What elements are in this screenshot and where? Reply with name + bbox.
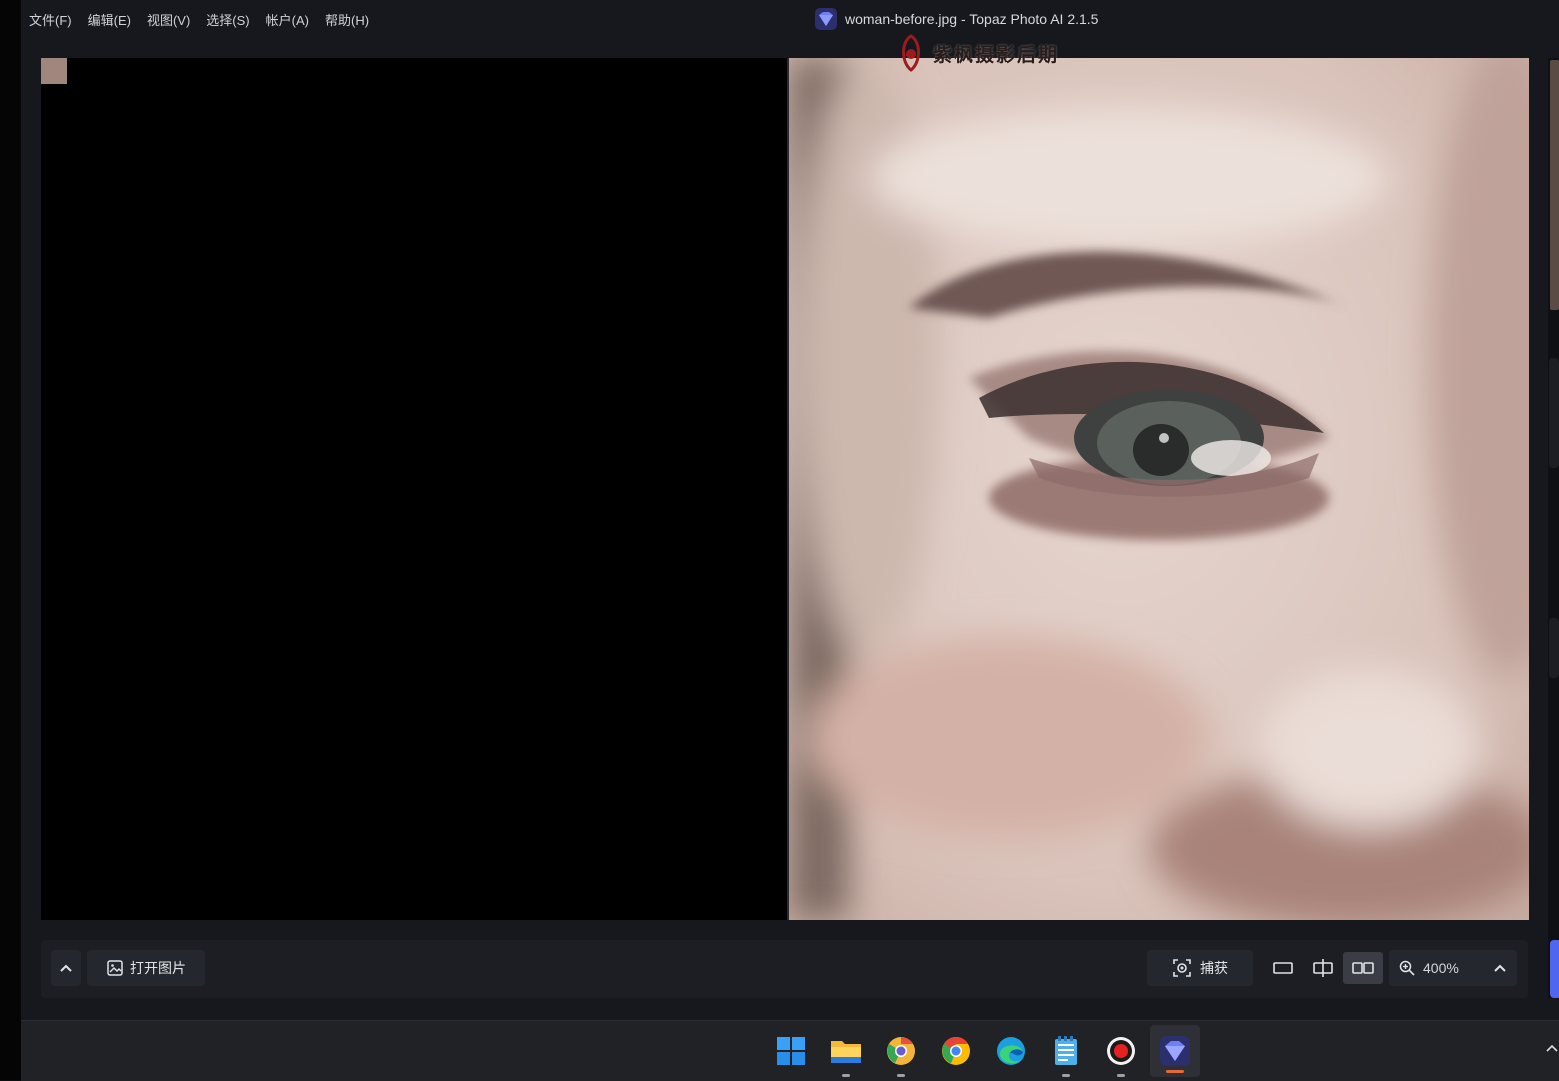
before-image-pane[interactable] bbox=[41, 58, 787, 920]
menu-help[interactable]: 帮助(H) bbox=[325, 10, 369, 29]
running-indicator bbox=[1061, 1074, 1070, 1077]
side-by-side-view-icon bbox=[1352, 962, 1374, 974]
notepad-icon[interactable] bbox=[1038, 1021, 1093, 1081]
chrome-icon[interactable] bbox=[928, 1021, 983, 1081]
single-view-button[interactable] bbox=[1263, 952, 1303, 984]
system-tray-chevron[interactable] bbox=[1545, 1041, 1559, 1060]
navigator-thumbnail[interactable] bbox=[1550, 60, 1559, 310]
menu-select[interactable]: 选择(S) bbox=[206, 10, 249, 29]
view-mode-group bbox=[1263, 952, 1383, 984]
window-title: woman-before.jpg - Topaz Photo AI 2.1.5 bbox=[815, 0, 1098, 38]
taskbar bbox=[21, 1020, 1559, 1081]
chrome-canary-icon[interactable] bbox=[873, 1021, 928, 1081]
side-handle-2[interactable] bbox=[1549, 408, 1559, 468]
chevron-up-icon bbox=[1546, 1044, 1558, 1052]
windows-start-icon[interactable] bbox=[763, 1021, 818, 1081]
menu-view[interactable]: 视图(V) bbox=[147, 10, 190, 29]
topaz-photo-ai-icon[interactable] bbox=[1150, 1025, 1200, 1077]
bottom-toolbar: 打开图片 捕获 400% bbox=[41, 940, 1528, 998]
side-handle-3[interactable] bbox=[1549, 618, 1559, 678]
collapse-panel-button[interactable] bbox=[51, 950, 81, 986]
watermark-logo-icon bbox=[902, 34, 920, 72]
zoom-icon bbox=[1399, 960, 1415, 976]
capture-icon bbox=[1173, 959, 1191, 977]
app-window: 文件(F) 编辑(E) 视图(V) 选择(S) 帐户(A) 帮助(H) woma… bbox=[21, 0, 1559, 1020]
watermark: 紫枫摄影后期 bbox=[897, 34, 1059, 72]
menu-account[interactable]: 帐户(A) bbox=[266, 10, 309, 29]
screen-recorder-icon[interactable] bbox=[1093, 1021, 1148, 1081]
side-by-side-view-button[interactable] bbox=[1343, 952, 1383, 984]
split-view-button[interactable] bbox=[1303, 952, 1343, 984]
capture-button[interactable]: 捕获 bbox=[1147, 950, 1253, 986]
open-image-button[interactable]: 打开图片 bbox=[87, 950, 205, 986]
running-indicator bbox=[841, 1074, 850, 1077]
window-title-text: woman-before.jpg - Topaz Photo AI 2.1.5 bbox=[845, 11, 1099, 27]
menu-file[interactable]: 文件(F) bbox=[29, 10, 72, 29]
zoom-value: 400% bbox=[1423, 960, 1459, 976]
before-image-pixelated bbox=[41, 58, 787, 920]
capture-label: 捕获 bbox=[1200, 960, 1228, 976]
right-panel-edge bbox=[1548, 58, 1559, 998]
taskbar-icons bbox=[763, 1021, 1200, 1081]
running-indicator bbox=[1166, 1070, 1184, 1073]
watermark-text: 紫枫摄影后期 bbox=[933, 43, 1060, 66]
left-edge-strip bbox=[0, 0, 21, 1080]
menu-bar: 文件(F) 编辑(E) 视图(V) 选择(S) 帐户(A) 帮助(H) bbox=[29, 0, 385, 38]
title-bar: 文件(F) 编辑(E) 视图(V) 选择(S) 帐户(A) 帮助(H) woma… bbox=[21, 0, 1559, 38]
open-image-label: 打开图片 bbox=[130, 960, 186, 976]
topaz-logo-icon bbox=[815, 8, 837, 30]
file-explorer-icon[interactable] bbox=[818, 1021, 873, 1081]
accent-side-tab[interactable] bbox=[1550, 940, 1559, 998]
after-image-pane[interactable] bbox=[789, 58, 1529, 920]
chevron-up-icon bbox=[60, 964, 72, 972]
after-image-enhanced bbox=[789, 58, 1529, 920]
image-viewer[interactable] bbox=[41, 58, 1529, 920]
chevron-up-icon[interactable] bbox=[1493, 961, 1507, 975]
zoom-control[interactable]: 400% bbox=[1389, 950, 1517, 986]
edge-icon[interactable] bbox=[983, 1021, 1038, 1081]
image-icon bbox=[107, 960, 123, 976]
running-indicator bbox=[896, 1074, 905, 1077]
menu-edit[interactable]: 编辑(E) bbox=[88, 10, 131, 29]
single-view-icon bbox=[1273, 962, 1293, 974]
running-indicator bbox=[1116, 1074, 1125, 1077]
split-view-icon bbox=[1313, 959, 1333, 977]
